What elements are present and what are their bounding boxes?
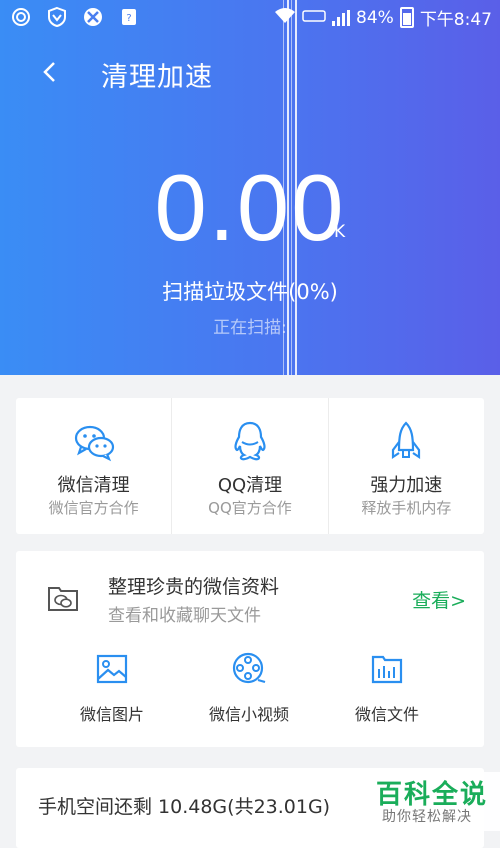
wechat-card-title: 整理珍贵的微信资料 — [108, 576, 280, 598]
battery-icon — [399, 7, 414, 28]
tool-title: 强力加速 — [370, 475, 443, 496]
qq-penguin-icon — [234, 421, 266, 461]
app-notification-icon: ? — [118, 6, 140, 28]
tool-title: 微信清理 — [57, 475, 130, 496]
film-reel-icon — [232, 652, 266, 684]
storage-remaining-text: 手机空间还剩 10.48G(共23.01G) — [38, 796, 331, 818]
scan-status-text: 正在扫描: — [213, 318, 287, 338]
tools-card: 微信清理 微信官方合作 QQ清理 QQ官方合作 强力加速 释放手机内存 — [16, 398, 484, 534]
tool-title: QQ清理 — [217, 475, 283, 496]
image-icon — [96, 654, 128, 684]
wechat-icon — [74, 425, 114, 462]
wechat-images-item[interactable]: 微信图片 — [52, 651, 172, 725]
notification-swirl-icon — [10, 6, 32, 28]
battery-percent: 84% — [356, 7, 394, 28]
title-bar: 清理加速 — [0, 50, 500, 94]
tool-wechat-clean[interactable]: 微信清理 微信官方合作 — [16, 398, 171, 534]
scan-header: ? 84% 下午8:47 清理加速 0.00 K 扫描垃圾文件(0%) 正在扫描 — [0, 0, 500, 375]
svg-text:?: ? — [126, 13, 131, 24]
scan-progress-label: 扫描垃圾文件(0%) — [162, 280, 338, 304]
wechat-data-card: 整理珍贵的微信资料 查看和收藏聊天文件 查看> 微信图片 微信小视频 微信文件 — [16, 551, 484, 747]
junk-size-value: 0.00 — [154, 155, 346, 260]
tool-qq-clean[interactable]: QQ清理 QQ官方合作 — [171, 398, 327, 534]
rocket-icon — [392, 421, 421, 460]
tool-subtitle: 微信官方合作 — [48, 499, 139, 517]
browser-icon — [82, 6, 104, 28]
tool-subtitle: QQ官方合作 — [208, 499, 292, 517]
wechat-files-item[interactable]: 微信文件 — [327, 651, 447, 725]
wechat-item-label: 微信文件 — [354, 705, 419, 724]
tool-subtitle: 释放手机内存 — [361, 499, 452, 517]
tool-power-boost[interactable]: 强力加速 释放手机内存 — [327, 398, 484, 534]
junk-size-display: 0.00 K — [0, 158, 500, 258]
watermark-logo: 百科全说 助你轻松解决 — [364, 772, 500, 831]
junk-size-unit: K — [334, 222, 346, 242]
back-button[interactable] — [34, 54, 70, 90]
status-time: 下午8:47 — [419, 10, 492, 30]
wechat-videos-item[interactable]: 微信小视频 — [189, 651, 309, 725]
signal-icon — [332, 9, 351, 26]
vpn-shield-icon — [46, 6, 68, 28]
wechat-item-label: 微信图片 — [79, 705, 144, 724]
wifi-icon — [274, 6, 296, 29]
chevron-left-icon — [43, 62, 55, 82]
view-link[interactable]: 查看> — [412, 586, 466, 613]
file-folder-icon — [371, 655, 403, 684]
wechat-item-label: 微信小视频 — [208, 705, 289, 724]
page-title: 清理加速 — [101, 62, 213, 93]
watermark-subtitle: 助你轻松解决 — [382, 809, 472, 825]
status-bar: ? 84% 下午8:47 — [0, 0, 500, 34]
wechat-folder-icon — [48, 587, 78, 611]
wechat-card-subtitle: 查看和收藏聊天文件 — [108, 606, 261, 626]
volte-icon — [302, 8, 326, 28]
